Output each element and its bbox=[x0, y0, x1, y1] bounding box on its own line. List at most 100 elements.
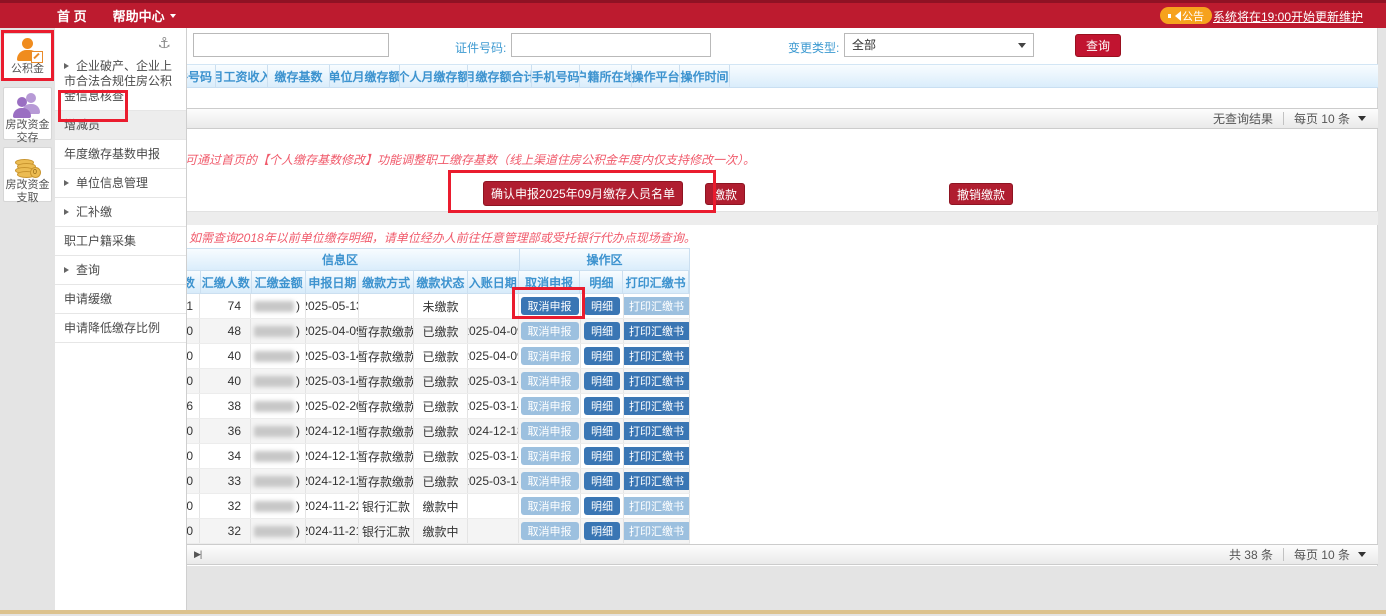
pay-button[interactable]: 缴款 bbox=[705, 183, 745, 205]
menu-item-apply-lower-ratio[interactable]: 申请降低缴存比例 bbox=[55, 314, 186, 343]
redacted-amount-cell: ) bbox=[251, 344, 306, 368]
employee-table-header: 件号码 月工资收入 缴存基数 单位月缴存额 个人月缴存额 月缴存额合计 手机号码… bbox=[162, 64, 1378, 88]
announcement-badge[interactable]: 公告 bbox=[1160, 7, 1212, 24]
menu-item-query[interactable]: 查询 bbox=[55, 256, 186, 285]
detail-button[interactable]: 明细 bbox=[584, 297, 620, 315]
cert-number-label: 证件号码: bbox=[455, 39, 506, 56]
column-header[interactable]: 个人月缴存额 bbox=[400, 65, 468, 87]
divider bbox=[1283, 548, 1284, 561]
cancel-declare-button[interactable]: 取消申报 bbox=[521, 297, 579, 315]
person-edit-icon bbox=[15, 38, 41, 62]
print-remit-button[interactable]: 打印汇缴书 bbox=[624, 347, 690, 365]
status-text: 缴款中 bbox=[414, 494, 468, 518]
redacted-amount-cell: ) bbox=[251, 394, 306, 418]
print-remit-button[interactable]: 打印汇缴书 bbox=[624, 447, 690, 465]
confirm-declare-button[interactable]: 确认申报2025年09月缴存人员名单 bbox=[483, 181, 683, 206]
column-header[interactable]: 取消申报 bbox=[519, 271, 581, 293]
column-header[interactable]: 入账日期 bbox=[468, 271, 519, 293]
search-button[interactable]: 查询 bbox=[1075, 34, 1121, 57]
column-header[interactable]: 缴存基数 bbox=[268, 65, 330, 87]
redacted-amount-cell: ) bbox=[251, 494, 306, 518]
status-text: 未缴款 bbox=[414, 294, 468, 318]
column-header[interactable]: 汇缴金额 bbox=[252, 271, 307, 293]
menu-item-hukou-collect[interactable]: 职工户籍采集 bbox=[55, 227, 186, 256]
redacted-amount bbox=[254, 376, 294, 387]
chevron-down-icon[interactable] bbox=[1358, 552, 1366, 561]
detail-button[interactable]: 明细 bbox=[584, 397, 620, 415]
nav-help-center[interactable]: 帮助中心 bbox=[113, 6, 176, 25]
column-header[interactable]: 缴款方式 bbox=[359, 271, 414, 293]
redacted-amount bbox=[254, 351, 294, 362]
redacted-amount bbox=[254, 451, 294, 462]
print-remit-button[interactable]: 打印汇缴书 bbox=[624, 322, 690, 340]
column-header[interactable]: 操作平台 bbox=[632, 65, 680, 87]
cancel-declare-button[interactable]: 取消申报 bbox=[521, 422, 579, 440]
cancel-declare-button[interactable]: 取消申报 bbox=[521, 372, 579, 390]
column-header[interactable]: 单位月缴存额 bbox=[330, 65, 400, 87]
rail-item-label-line2: 交存 bbox=[4, 132, 51, 145]
redacted-amount-cell: ) bbox=[251, 294, 306, 318]
column-header[interactable]: 汇缴人数 bbox=[201, 271, 252, 293]
column-header[interactable]: 手机号码 bbox=[532, 65, 580, 87]
cancel-declare-button[interactable]: 取消申报 bbox=[521, 397, 579, 415]
rail-item-fanggai-jiaocun[interactable]: 房改资金 交存 bbox=[3, 87, 52, 140]
redacted-amount-cell: ) bbox=[251, 469, 306, 493]
cancel-declare-button[interactable]: 取消申报 bbox=[521, 472, 579, 490]
rail-item-fanggai-zhiqu[interactable]: 0 房改资金 支取 bbox=[3, 147, 52, 202]
print-remit-button[interactable]: 打印汇缴书 bbox=[624, 497, 690, 515]
column-header[interactable]: 户籍所在地 bbox=[580, 65, 632, 87]
cancel-declare-button[interactable]: 取消申报 bbox=[521, 347, 579, 365]
nav-home[interactable]: 首 页 bbox=[57, 6, 87, 25]
column-header[interactable]: 打印汇缴书 bbox=[623, 271, 689, 293]
detail-button[interactable]: 明细 bbox=[584, 422, 620, 440]
name-search-input[interactable] bbox=[193, 33, 389, 57]
print-remit-button[interactable]: 打印汇缴书 bbox=[624, 422, 690, 440]
group-header-info: 信息区 bbox=[161, 249, 520, 270]
cancel-declare-button[interactable]: 取消申报 bbox=[521, 447, 579, 465]
detail-button[interactable]: 明细 bbox=[584, 322, 620, 340]
side-menu-panel: ⚓ 企业破产、企业上市合法合规住房公积金信息核查 增减员 年度缴存基数申报 单位… bbox=[55, 28, 187, 611]
column-header[interactable]: 申报日期 bbox=[306, 271, 359, 293]
cancel-declare-button[interactable]: 取消申报 bbox=[521, 497, 579, 515]
status-text: 已缴款 bbox=[414, 419, 468, 443]
topbar: 首 页 帮助中心 公告 系统将在19:00开始更新维护 bbox=[0, 3, 1386, 28]
change-type-select[interactable]: 全部 bbox=[844, 33, 1034, 57]
print-remit-button[interactable]: 打印汇缴书 bbox=[624, 297, 690, 315]
detail-button[interactable]: 明细 bbox=[584, 497, 620, 515]
divider bbox=[1283, 112, 1284, 125]
menu-item-zengjianyuan[interactable]: 增减员 bbox=[55, 111, 186, 140]
column-header[interactable]: 月工资收入 bbox=[216, 65, 268, 87]
chevron-down-icon[interactable] bbox=[1358, 116, 1366, 125]
detail-button[interactable]: 明细 bbox=[584, 447, 620, 465]
print-remit-button[interactable]: 打印汇缴书 bbox=[624, 372, 690, 390]
detail-button[interactable]: 明细 bbox=[584, 522, 620, 540]
menu-item-unit-info[interactable]: 单位信息管理 bbox=[55, 169, 186, 198]
menu-item-enterprise-check[interactable]: 企业破产、企业上市合法合规住房公积金信息核查 bbox=[55, 52, 186, 111]
menu-item-huibujiao[interactable]: 汇补缴 bbox=[55, 198, 186, 227]
change-type-label: 变更类型: bbox=[788, 39, 839, 56]
column-header[interactable]: 缴款状态 bbox=[414, 271, 468, 293]
revoke-pay-button[interactable]: 撤销缴款 bbox=[949, 183, 1013, 205]
redacted-amount bbox=[254, 326, 294, 337]
menu-item-annual-base-declare[interactable]: 年度缴存基数申报 bbox=[55, 140, 186, 169]
redacted-amount bbox=[254, 426, 294, 437]
detail-button[interactable]: 明细 bbox=[584, 347, 620, 365]
cert-number-input[interactable] bbox=[511, 33, 711, 57]
menu-item-apply-defer[interactable]: 申请缓缴 bbox=[55, 285, 186, 314]
column-header[interactable]: 操作时间 bbox=[680, 65, 730, 87]
print-remit-button[interactable]: 打印汇缴书 bbox=[624, 522, 690, 540]
system-maintenance-link[interactable]: 系统将在19:00开始更新维护 bbox=[1213, 8, 1363, 25]
column-header[interactable]: 明细 bbox=[580, 271, 623, 293]
cancel-declare-button[interactable]: 取消申报 bbox=[521, 322, 579, 340]
detail-button[interactable]: 明细 bbox=[584, 472, 620, 490]
page-size-text: 每页 10 条 bbox=[1294, 546, 1350, 563]
anchor-icon[interactable]: ⚓ bbox=[158, 34, 171, 52]
column-header[interactable]: 月缴存额合计 bbox=[468, 65, 532, 87]
rail-item-gongjijin[interactable]: 公积金 bbox=[3, 33, 52, 80]
print-remit-button[interactable]: 打印汇缴书 bbox=[624, 397, 690, 415]
status-text: 已缴款 bbox=[414, 344, 468, 368]
cancel-declare-button[interactable]: 取消申报 bbox=[521, 522, 579, 540]
detail-button[interactable]: 明细 bbox=[584, 372, 620, 390]
print-remit-button[interactable]: 打印汇缴书 bbox=[624, 472, 690, 490]
last-page-icon[interactable]: ▶| bbox=[194, 549, 201, 560]
